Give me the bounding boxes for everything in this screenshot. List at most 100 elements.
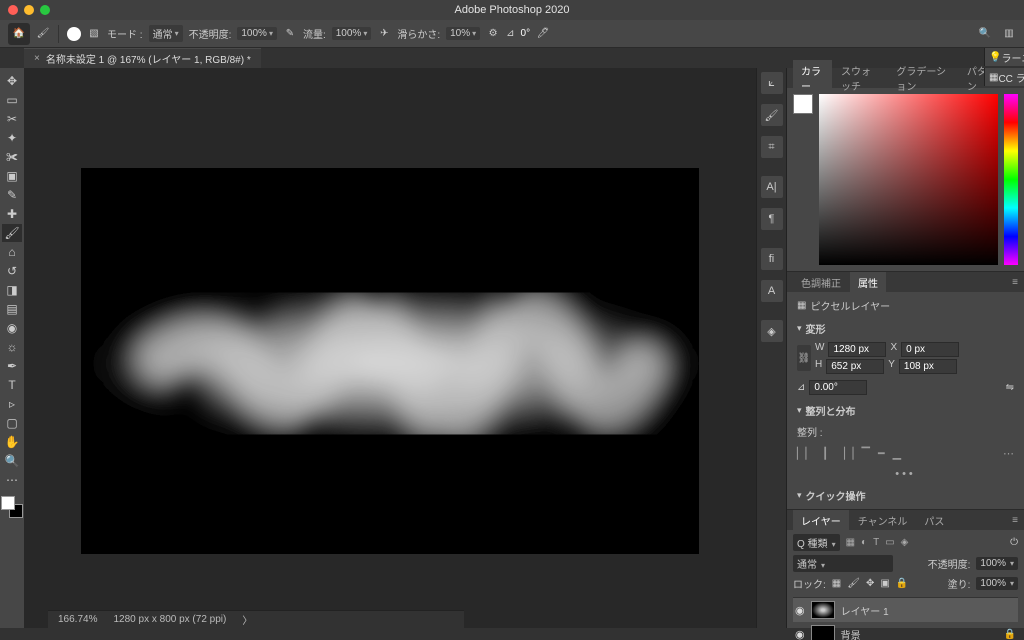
edit-toolbar[interactable]: ⋯ bbox=[2, 471, 22, 489]
visibility-icon[interactable]: ◉ bbox=[795, 604, 805, 617]
zoom-level[interactable]: 166.74% bbox=[58, 614, 97, 625]
tab-properties[interactable]: 属性 bbox=[850, 272, 886, 293]
brush-preview[interactable] bbox=[67, 27, 81, 41]
document-canvas[interactable] bbox=[81, 168, 699, 554]
search-icon[interactable]: 🔍 bbox=[978, 27, 992, 41]
quick-select-tool[interactable]: ✦ bbox=[2, 129, 22, 147]
gradient-tool[interactable]: ▤ bbox=[2, 300, 22, 318]
zoom-tool[interactable]: 🔍 bbox=[2, 452, 22, 470]
blur-tool[interactable]: ◉ bbox=[2, 319, 22, 337]
styles-panel-icon[interactable]: A bbox=[761, 280, 783, 302]
minimize-window-icon[interactable] bbox=[24, 5, 34, 15]
paragraph-panel-icon[interactable]: ¶ bbox=[761, 208, 783, 230]
tab-adjustments[interactable]: 色調補正 bbox=[793, 272, 849, 293]
layer-thumbnail[interactable] bbox=[811, 601, 835, 619]
flip-h-icon[interactable]: ⇋ bbox=[1006, 382, 1014, 393]
visibility-icon[interactable]: ◉ bbox=[795, 628, 805, 640]
align-hcenter-icon[interactable]: ┃ bbox=[822, 447, 829, 460]
frame-tool[interactable]: ▣ bbox=[2, 167, 22, 185]
flow-input[interactable]: 100% bbox=[332, 27, 372, 40]
close-tab-icon[interactable]: × bbox=[34, 53, 40, 64]
document-info[interactable]: 1280 px x 800 px (72 ppi) bbox=[113, 614, 226, 625]
move-tool[interactable]: ✥ bbox=[2, 72, 22, 90]
align-top-icon[interactable]: ▔ bbox=[861, 447, 869, 460]
pressure-opacity-icon[interactable]: ✎ bbox=[283, 27, 297, 41]
shape-tool[interactable]: ▢ bbox=[2, 414, 22, 432]
airbrush-icon[interactable]: ✈ bbox=[377, 27, 391, 41]
marquee-tool[interactable]: ▭ bbox=[2, 91, 22, 109]
tab-layers[interactable]: レイヤー bbox=[793, 510, 849, 531]
current-color-swatch[interactable] bbox=[793, 94, 813, 114]
filter-toggle[interactable]: ⏻ bbox=[1010, 537, 1018, 548]
filter-pixel-icon[interactable]: ▦ bbox=[846, 537, 855, 548]
smoothing-input[interactable]: 10% bbox=[446, 27, 480, 40]
align-more-icon[interactable]: ⋯ bbox=[1003, 447, 1014, 460]
filter-adjust-icon[interactable]: ◐ bbox=[861, 537, 867, 548]
blend-mode-select[interactable]: 通常 bbox=[793, 555, 893, 572]
align-vcenter-icon[interactable]: ━ bbox=[878, 447, 885, 460]
width-input[interactable] bbox=[828, 342, 886, 357]
more-options-icon[interactable]: ••• bbox=[797, 468, 1014, 480]
glyphs-panel-icon[interactable]: fi bbox=[761, 248, 783, 270]
document-tab[interactable]: × 名称未設定 1 @ 167% (レイヤー 1, RGB/8#) * bbox=[24, 48, 261, 68]
disclosure-icon[interactable]: ▾ bbox=[797, 405, 802, 416]
brush-tool-icon[interactable]: 🖌 bbox=[36, 27, 50, 41]
status-chevron-icon[interactable]: 〉 bbox=[242, 612, 252, 627]
eyedropper-tool[interactable]: ✎ bbox=[2, 186, 22, 204]
x-input[interactable] bbox=[901, 342, 959, 357]
brush-settings-icon[interactable]: ▧ bbox=[87, 27, 101, 41]
layer-row[interactable]: ◉ 背景 🔒 bbox=[793, 622, 1018, 640]
layer-thumbnail[interactable] bbox=[811, 625, 835, 640]
color-field[interactable] bbox=[819, 94, 998, 265]
tab-paths[interactable]: パス bbox=[916, 510, 952, 531]
brush-settings-panel-icon[interactable]: ⟀ bbox=[761, 72, 783, 94]
hand-tool[interactable]: ✋ bbox=[2, 433, 22, 451]
brushes-panel-icon[interactable]: 🖌 bbox=[761, 104, 783, 126]
link-wh-icon[interactable]: ⛓ bbox=[797, 345, 811, 371]
angle-input[interactable] bbox=[809, 380, 867, 395]
filter-shape-icon[interactable]: ▭ bbox=[885, 537, 894, 548]
window-controls[interactable] bbox=[0, 5, 50, 15]
opacity-input[interactable]: 100% bbox=[237, 27, 277, 40]
foreground-color[interactable] bbox=[1, 496, 15, 510]
lock-position-icon[interactable]: ✥ bbox=[866, 578, 874, 589]
workspace-icon[interactable]: ▥ bbox=[1002, 27, 1016, 41]
history-brush-tool[interactable]: ↺ bbox=[2, 262, 22, 280]
brush-tool[interactable]: 🖌 bbox=[2, 224, 22, 242]
character-panel-icon[interactable]: A| bbox=[761, 176, 783, 198]
pen-tool[interactable]: ✒ bbox=[2, 357, 22, 375]
panel-menu-icon[interactable]: ≡ bbox=[1006, 515, 1024, 526]
filter-type-icon[interactable]: T bbox=[873, 537, 879, 548]
filter-smart-icon[interactable]: ◈ bbox=[901, 537, 909, 548]
blend-mode-select[interactable]: 通常 bbox=[149, 25, 183, 42]
layer-opacity-input[interactable]: 100% bbox=[976, 557, 1018, 570]
healing-tool[interactable]: ✚ bbox=[2, 205, 22, 223]
tab-channels[interactable]: チャンネル bbox=[850, 510, 916, 531]
layer-row[interactable]: ◉ レイヤー 1 bbox=[793, 598, 1018, 622]
lasso-tool[interactable]: ✂ bbox=[2, 110, 22, 128]
layer-filter-select[interactable]: Q 種類 bbox=[793, 534, 840, 551]
3d-panel-icon[interactable]: ◈ bbox=[761, 320, 783, 342]
lock-transparency-icon[interactable]: ▦ bbox=[832, 578, 841, 589]
layer-name[interactable]: 背景 bbox=[841, 627, 861, 640]
cc-libraries-panel-tab[interactable]: ▦ CC ライブ bbox=[984, 68, 1024, 86]
home-button[interactable]: 🏠 bbox=[8, 23, 30, 45]
height-input[interactable] bbox=[826, 359, 884, 374]
crop-tool[interactable]: ✀ bbox=[2, 148, 22, 166]
pressure-size-icon[interactable]: 🖊 bbox=[536, 27, 550, 41]
angle-value[interactable]: 0° bbox=[521, 28, 531, 39]
hue-slider[interactable] bbox=[1004, 94, 1018, 265]
disclosure-icon[interactable]: ▾ bbox=[797, 490, 802, 501]
stamp-tool[interactable]: ⌂ bbox=[2, 243, 22, 261]
panel-menu-icon[interactable]: ≡ bbox=[1006, 277, 1024, 288]
layer-name[interactable]: レイヤー 1 bbox=[841, 603, 889, 618]
align-right-icon[interactable]: ▕▕ bbox=[837, 447, 854, 460]
eraser-tool[interactable]: ◨ bbox=[2, 281, 22, 299]
color-swatches[interactable] bbox=[1, 496, 23, 518]
smoothing-options-icon[interactable]: ⚙ bbox=[486, 27, 500, 41]
layer-fill-input[interactable]: 100% bbox=[976, 577, 1018, 590]
lock-artboard-icon[interactable]: ▣ bbox=[880, 578, 889, 589]
lock-all-icon[interactable]: 🔒 bbox=[896, 578, 908, 589]
maximize-window-icon[interactable] bbox=[40, 5, 50, 15]
type-tool[interactable]: T bbox=[2, 376, 22, 394]
